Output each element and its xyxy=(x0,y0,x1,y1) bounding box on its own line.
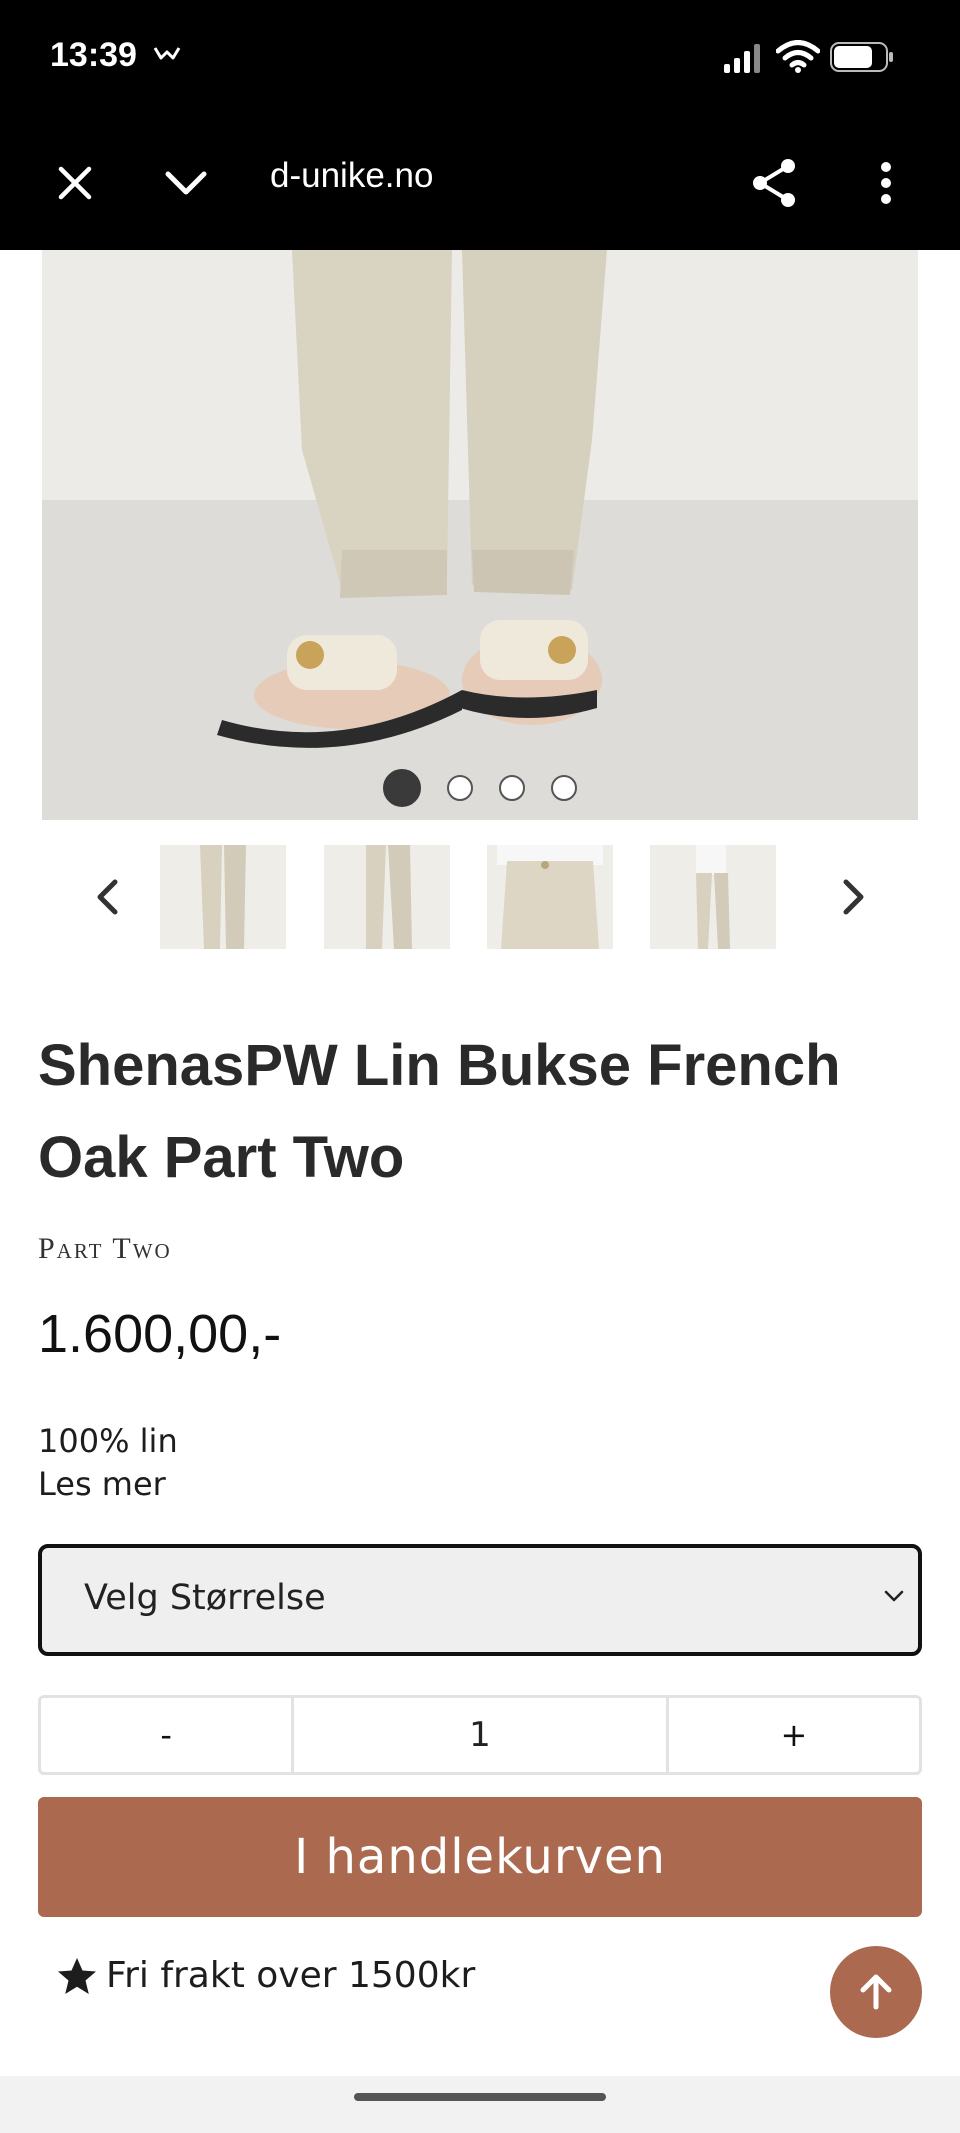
home-indicator[interactable] xyxy=(354,2093,606,2101)
arrow-up-icon xyxy=(860,1974,892,2010)
browser-toolbar: d-unike.no xyxy=(0,116,960,250)
chevron-left-icon xyxy=(97,879,118,915)
thumbnail-prev-button[interactable] xyxy=(77,867,137,927)
chevron-right-icon xyxy=(843,879,864,915)
quantity-increase-button[interactable]: + xyxy=(669,1698,919,1772)
chevron-down-icon xyxy=(884,1590,904,1602)
scroll-to-top-button[interactable] xyxy=(830,1946,922,2038)
quantity-input[interactable]: 1 xyxy=(291,1698,669,1772)
share-button[interactable] xyxy=(734,116,814,250)
thumbnail[interactable] xyxy=(324,845,450,949)
carousel-dot[interactable] xyxy=(551,775,577,801)
quantity-decrease-button[interactable]: - xyxy=(41,1698,291,1772)
minimize-button[interactable] xyxy=(146,116,226,250)
shipping-note: Fri frakt over 1500kr xyxy=(56,1955,475,1996)
thumbnail[interactable] xyxy=(487,845,613,949)
notification-icon xyxy=(152,44,182,68)
close-icon xyxy=(58,166,92,200)
status-time: 13:39 xyxy=(50,36,137,74)
thumbnail-strip xyxy=(0,845,960,949)
thumbnail[interactable] xyxy=(650,845,776,949)
size-select-value: Velg Størrelse xyxy=(84,1578,326,1618)
carousel-dot[interactable] xyxy=(447,775,473,801)
share-icon xyxy=(753,159,795,207)
add-to-cart-button[interactable]: I handlekurven xyxy=(38,1797,922,1917)
status-bar: 13:39 xyxy=(0,0,960,116)
product-price: 1.600,00,- xyxy=(38,1304,282,1364)
signal-icon xyxy=(722,42,766,78)
product-description: 100% lin xyxy=(38,1422,178,1460)
carousel-indicators xyxy=(0,769,960,807)
url-text[interactable]: d-unike.no xyxy=(270,156,433,196)
read-more-link[interactable]: Les mer xyxy=(38,1463,166,1506)
star-icon xyxy=(58,1957,96,1994)
more-button[interactable] xyxy=(846,116,926,250)
battery-icon xyxy=(830,42,894,76)
product-title: ShenasPW Lin Bukse French Oak Part Two xyxy=(38,1033,841,1190)
carousel-dot[interactable] xyxy=(383,769,421,807)
size-select[interactable]: Velg Størrelse xyxy=(38,1544,922,1656)
thumbnail-next-button[interactable] xyxy=(824,867,884,927)
wifi-icon xyxy=(775,40,821,78)
chevron-down-icon xyxy=(165,171,207,195)
gesture-bar xyxy=(0,2076,960,2133)
carousel-dot[interactable] xyxy=(499,775,525,801)
shipping-text: Fri frakt over 1500kr xyxy=(106,1955,476,1996)
quantity-stepper: - 1 + xyxy=(38,1695,922,1775)
product-image[interactable] xyxy=(42,250,918,820)
brand-logo[interactable]: Part Two xyxy=(38,1232,172,1266)
thumbnail[interactable] xyxy=(160,845,286,949)
more-vertical-icon xyxy=(881,162,891,204)
close-button[interactable] xyxy=(35,116,115,250)
